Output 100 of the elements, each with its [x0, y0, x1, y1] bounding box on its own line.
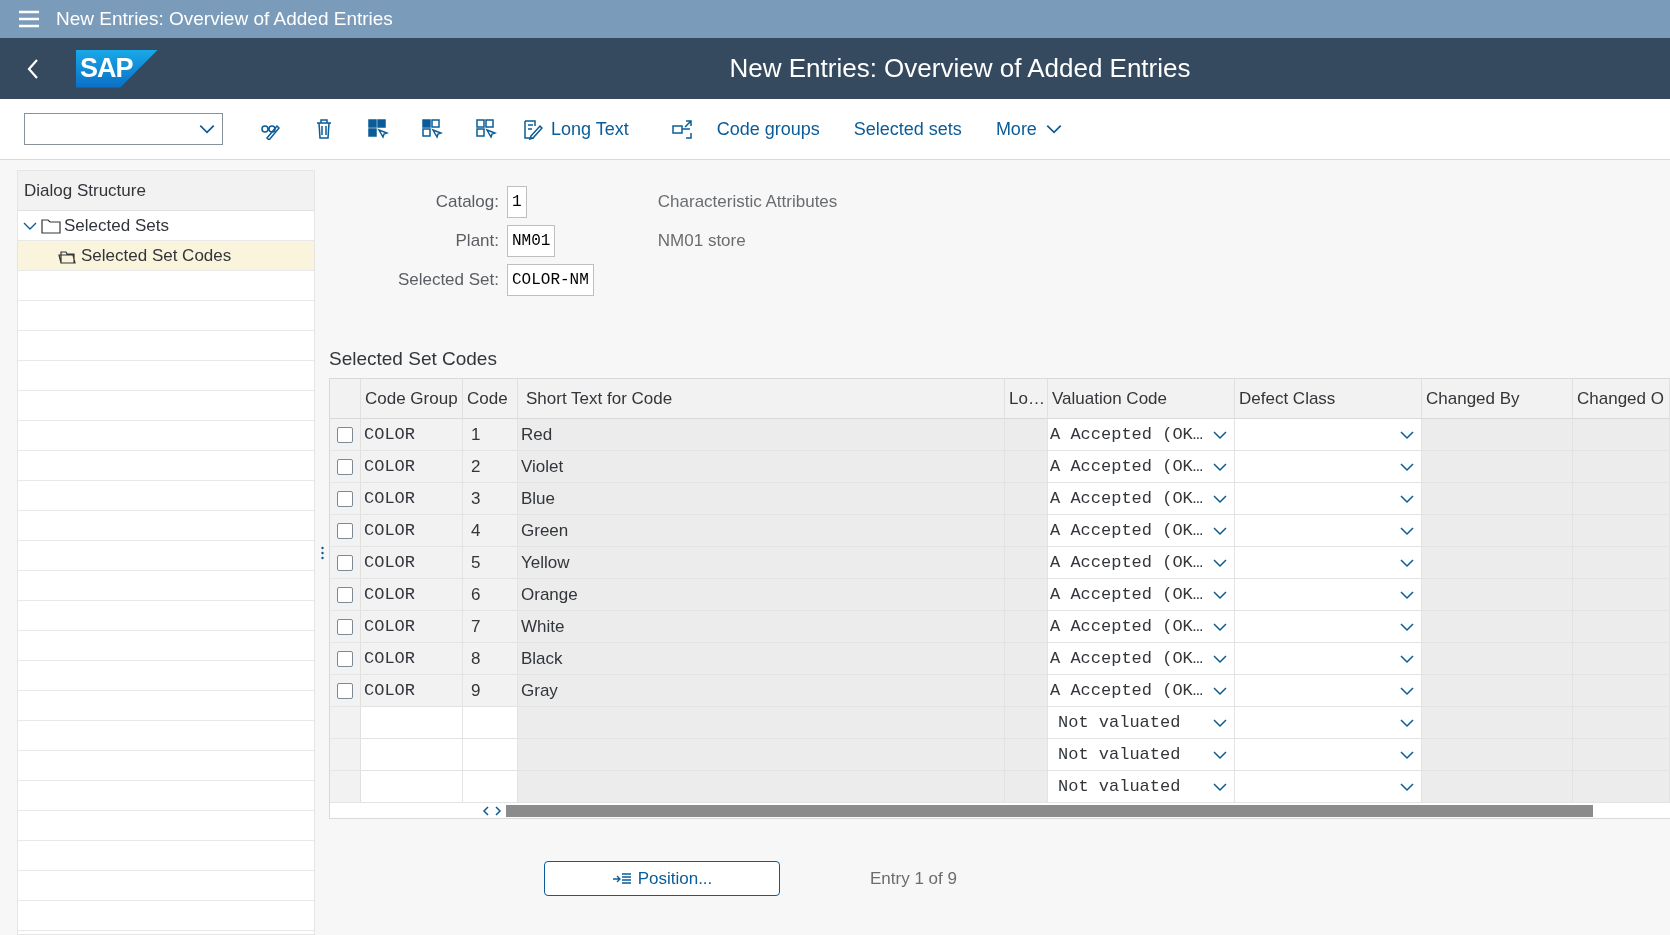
dropdown-cell[interactable]: [1235, 643, 1422, 675]
table-cell: 7: [463, 611, 518, 643]
dropdown-cell[interactable]: Not valuated: [1048, 739, 1235, 771]
row-selector-cell[interactable]: [330, 579, 361, 611]
table-cell: Gray: [518, 675, 1005, 707]
export-icon: [670, 118, 693, 140]
table-cell: [1005, 515, 1048, 547]
column-header[interactable]: Code Group: [361, 379, 463, 419]
row-checkbox[interactable]: [337, 618, 353, 635]
dropdown-cell[interactable]: [1235, 451, 1422, 483]
dropdown-cell[interactable]: [1235, 675, 1422, 707]
table-cell: COLOR: [361, 419, 463, 451]
input-field[interactable]: NM01: [507, 225, 556, 257]
dropdown-cell[interactable]: A Accepted (OK…: [1048, 579, 1235, 611]
table-title: Selected Set Codes: [329, 348, 498, 370]
row-checkbox[interactable]: [337, 458, 353, 475]
table-cell: [463, 707, 518, 739]
row-selector-cell[interactable]: [330, 739, 361, 771]
dropdown-cell[interactable]: [1235, 483, 1422, 515]
dropdown-cell[interactable]: A Accepted (OK…: [1048, 451, 1235, 483]
dropdown-cell[interactable]: A Accepted (OK…: [1048, 547, 1235, 579]
toolbar-link[interactable]: Selected sets: [845, 112, 970, 146]
dropdown-cell[interactable]: A Accepted (OK…: [1048, 611, 1235, 643]
dropdown-cell[interactable]: [1235, 739, 1422, 771]
row-selector-cell[interactable]: [330, 707, 361, 739]
menu-icon[interactable]: [18, 10, 40, 28]
field-description: NM01 store: [656, 231, 747, 251]
field-label: Selected Set:: [396, 270, 499, 290]
dropdown-cell[interactable]: A Accepted (OK…: [1048, 419, 1235, 451]
dropdown-cell[interactable]: [1235, 515, 1422, 547]
table-cell: White: [518, 611, 1005, 643]
column-header[interactable]: Code: [463, 379, 518, 419]
select-all-cell[interactable]: [330, 379, 361, 419]
dropdown-cell[interactable]: [1235, 419, 1422, 451]
toolbar-link[interactable]: Code groups: [708, 112, 828, 146]
table-cell: COLOR: [361, 611, 463, 643]
table-cell: [463, 739, 518, 771]
table-cell: COLOR: [361, 547, 463, 579]
position-button[interactable]: Position...: [544, 861, 780, 896]
dropdown-cell[interactable]: Not valuated: [1048, 771, 1235, 803]
long-text-button[interactable]: Long Text: [513, 112, 637, 146]
dropdown-cell[interactable]: A Accepted (OK…: [1048, 675, 1235, 707]
field-description: Characteristic Attributes: [656, 192, 839, 212]
dropdown-cell[interactable]: [1235, 611, 1422, 643]
row-checkbox[interactable]: [337, 650, 353, 667]
row-selector-cell[interactable]: [330, 547, 361, 579]
row-selector-cell[interactable]: [330, 515, 361, 547]
table-cell: [1005, 643, 1048, 675]
scroll-right-icon[interactable]: [494, 805, 502, 816]
table-cell: Black: [518, 643, 1005, 675]
dropdown-cell[interactable]: [1235, 579, 1422, 611]
row-checkbox[interactable]: [337, 682, 353, 699]
tree-item[interactable]: Selected Set Codes: [18, 241, 314, 271]
row-selector-cell[interactable]: [330, 643, 361, 675]
column-header[interactable]: Changed O: [1573, 379, 1670, 419]
column-header[interactable]: Defect Class: [1235, 379, 1422, 419]
table-cell: COLOR: [361, 451, 463, 483]
dropdown-cell[interactable]: Not valuated: [1048, 707, 1235, 739]
row-selector-cell[interactable]: [330, 611, 361, 643]
tree-item-label: Selected Sets: [64, 215, 169, 236]
column-header[interactable]: Short Text for Code: [518, 379, 1005, 419]
dropdown-field[interactable]: [24, 113, 223, 145]
dropdown-cell[interactable]: A Accepted (OK…: [1048, 643, 1235, 675]
splitter-handle-icon[interactable]: [320, 545, 324, 560]
table-cell: COLOR: [361, 579, 463, 611]
column-header[interactable]: Valuation Code: [1048, 379, 1235, 419]
column-header[interactable]: Lo…: [1005, 379, 1048, 419]
scrollbar-thumb[interactable]: [506, 804, 1593, 817]
row-selector-cell[interactable]: [330, 483, 361, 515]
row-checkbox[interactable]: [337, 426, 353, 443]
dropdown-cell[interactable]: A Accepted (OK…: [1048, 515, 1235, 547]
table-cell: 1: [463, 419, 518, 451]
more-button[interactable]: More: [987, 112, 1071, 146]
table-cell: Yellow: [518, 547, 1005, 579]
table-cell: [1005, 611, 1048, 643]
dropdown-cell[interactable]: [1235, 547, 1422, 579]
row-checkbox[interactable]: [337, 522, 353, 539]
select-block-icon: [421, 118, 443, 140]
row-selector-cell[interactable]: [330, 771, 361, 803]
input-field[interactable]: 1: [507, 186, 527, 218]
table-cell: COLOR: [361, 675, 463, 707]
input-field[interactable]: COLOR-NM: [507, 264, 594, 296]
table-cell: 8: [463, 643, 518, 675]
row-checkbox[interactable]: [337, 554, 353, 571]
dropdown-cell[interactable]: [1235, 771, 1422, 803]
page-title: New Entries: Overview of Added Entries: [728, 53, 1192, 84]
table-cell: COLOR: [361, 515, 463, 547]
row-selector-cell[interactable]: [330, 419, 361, 451]
dropdown-cell[interactable]: A Accepted (OK…: [1048, 483, 1235, 515]
scroll-left-icon[interactable]: [482, 805, 490, 816]
table-cell: Red: [518, 419, 1005, 451]
row-selector-cell[interactable]: [330, 451, 361, 483]
table-cell: 2: [463, 451, 518, 483]
row-selector-cell[interactable]: [330, 675, 361, 707]
dropdown-cell[interactable]: [1235, 707, 1422, 739]
table-cell: COLOR: [361, 643, 463, 675]
row-checkbox[interactable]: [337, 490, 353, 507]
back-button[interactable]: [26, 57, 40, 80]
column-header[interactable]: Changed By: [1422, 379, 1573, 419]
row-checkbox[interactable]: [337, 586, 353, 603]
